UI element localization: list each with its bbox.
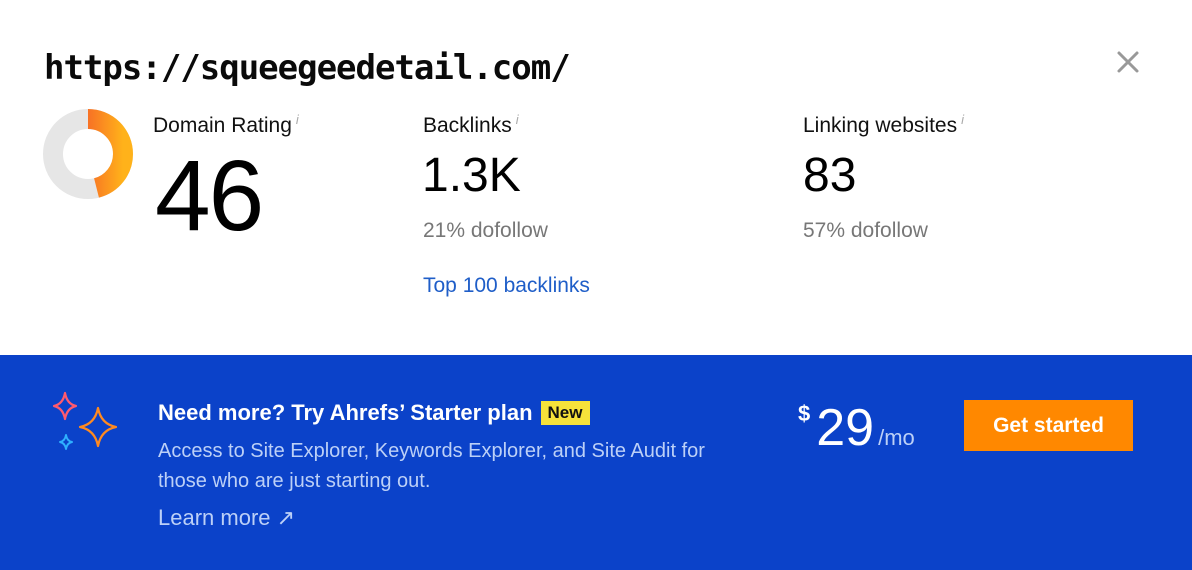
domain-rating-donut: [43, 109, 133, 199]
info-icon[interactable]: i: [296, 112, 299, 127]
close-icon[interactable]: [1112, 46, 1144, 78]
sparkles-icon: [52, 391, 118, 450]
top-backlinks-link[interactable]: Top 100 backlinks: [423, 274, 590, 298]
linking-websites-dofollow: 57% dofollow: [803, 219, 928, 242]
price-period: /mo: [878, 425, 915, 450]
backlinks-label: Backlinks i: [423, 112, 519, 138]
domain-rating-value: 46: [155, 140, 264, 252]
get-started-button[interactable]: Get started: [964, 400, 1133, 451]
linking-websites-value: 83: [803, 149, 857, 202]
site-overview-panel: https://squeegeedetail.com/ Domain Ratin…: [0, 0, 1192, 355]
site-url: https://squeegeedetail.com/: [44, 48, 571, 88]
new-badge: New: [540, 401, 590, 425]
backlinks-label-text: Backlinks: [423, 114, 512, 137]
price-amount: 29: [816, 399, 875, 457]
promo-title: Need more? Try Ahrefs’ Starter plan New: [158, 400, 590, 426]
price-currency: $: [798, 401, 811, 426]
promo-description: Access to Site Explorer, Keywords Explor…: [158, 440, 705, 492]
info-icon[interactable]: i: [961, 112, 964, 127]
linking-websites-label-text: Linking websites: [803, 114, 958, 137]
linking-websites-label: Linking websites i: [803, 112, 964, 138]
learn-more-link[interactable]: Learn more ↗: [158, 505, 295, 531]
price: $29/mo: [798, 398, 915, 458]
promo-title-text: Need more? Try Ahrefs’ Starter plan: [158, 400, 533, 425]
info-icon[interactable]: i: [516, 112, 519, 127]
domain-rating-label-text: Domain Rating: [153, 114, 292, 137]
domain-rating-label: Domain Rating i: [153, 112, 299, 138]
backlinks-value: 1.3K: [422, 149, 521, 202]
backlinks-dofollow: 21% dofollow: [423, 219, 548, 242]
